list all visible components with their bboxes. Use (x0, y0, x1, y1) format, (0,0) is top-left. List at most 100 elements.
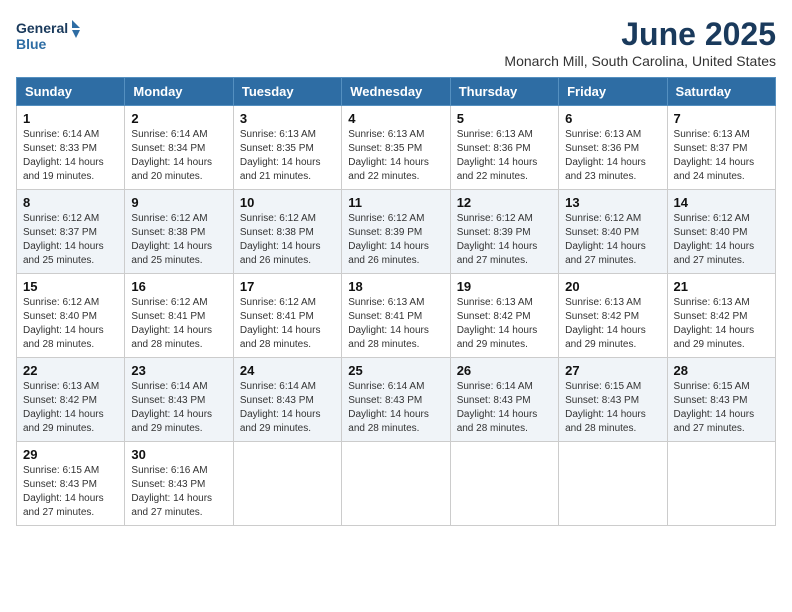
day-number: 29 (23, 447, 118, 462)
page-header: General Blue June 2025 Monarch Mill, Sou… (16, 16, 776, 69)
day-number: 16 (131, 279, 226, 294)
calendar-cell (233, 442, 341, 526)
day-number: 13 (565, 195, 660, 210)
logo: General Blue (16, 16, 86, 56)
header-sunday: Sunday (17, 78, 125, 106)
day-number: 8 (23, 195, 118, 210)
day-number: 11 (348, 195, 443, 210)
calendar-cell: 10 Sunrise: 6:12 AMSunset: 8:38 PMDaylig… (233, 190, 341, 274)
day-number: 2 (131, 111, 226, 126)
day-info: Sunrise: 6:13 AMSunset: 8:35 PMDaylight:… (240, 129, 321, 182)
day-number: 10 (240, 195, 335, 210)
calendar-cell: 5 Sunrise: 6:13 AMSunset: 8:36 PMDayligh… (450, 106, 558, 190)
day-number: 25 (348, 363, 443, 378)
day-number: 23 (131, 363, 226, 378)
day-info: Sunrise: 6:14 AMSunset: 8:43 PMDaylight:… (240, 381, 321, 434)
day-info: Sunrise: 6:14 AMSunset: 8:43 PMDaylight:… (457, 381, 538, 434)
day-info: Sunrise: 6:13 AMSunset: 8:42 PMDaylight:… (565, 297, 646, 350)
header-wednesday: Wednesday (342, 78, 450, 106)
day-info: Sunrise: 6:16 AMSunset: 8:43 PMDaylight:… (131, 465, 212, 518)
calendar-cell: 2 Sunrise: 6:14 AMSunset: 8:34 PMDayligh… (125, 106, 233, 190)
calendar-cell: 28 Sunrise: 6:15 AMSunset: 8:43 PMDaylig… (667, 358, 775, 442)
day-info: Sunrise: 6:13 AMSunset: 8:36 PMDaylight:… (457, 129, 538, 182)
day-number: 26 (457, 363, 552, 378)
day-info: Sunrise: 6:13 AMSunset: 8:35 PMDaylight:… (348, 129, 429, 182)
day-info: Sunrise: 6:12 AMSunset: 8:39 PMDaylight:… (457, 213, 538, 266)
day-info: Sunrise: 6:12 AMSunset: 8:41 PMDaylight:… (131, 297, 212, 350)
day-info: Sunrise: 6:14 AMSunset: 8:34 PMDaylight:… (131, 129, 212, 182)
day-number: 7 (674, 111, 769, 126)
calendar-cell (559, 442, 667, 526)
calendar-cell: 20 Sunrise: 6:13 AMSunset: 8:42 PMDaylig… (559, 274, 667, 358)
svg-text:Blue: Blue (16, 36, 47, 52)
calendar-cell: 13 Sunrise: 6:12 AMSunset: 8:40 PMDaylig… (559, 190, 667, 274)
calendar-table: Sunday Monday Tuesday Wednesday Thursday… (16, 77, 776, 526)
day-info: Sunrise: 6:12 AMSunset: 8:39 PMDaylight:… (348, 213, 429, 266)
calendar-cell: 14 Sunrise: 6:12 AMSunset: 8:40 PMDaylig… (667, 190, 775, 274)
calendar-cell (667, 442, 775, 526)
calendar-cell: 25 Sunrise: 6:14 AMSunset: 8:43 PMDaylig… (342, 358, 450, 442)
day-number: 3 (240, 111, 335, 126)
day-info: Sunrise: 6:12 AMSunset: 8:40 PMDaylight:… (23, 297, 104, 350)
calendar-cell (450, 442, 558, 526)
calendar-cell: 24 Sunrise: 6:14 AMSunset: 8:43 PMDaylig… (233, 358, 341, 442)
calendar-cell: 11 Sunrise: 6:12 AMSunset: 8:39 PMDaylig… (342, 190, 450, 274)
header-saturday: Saturday (667, 78, 775, 106)
calendar-cell: 23 Sunrise: 6:14 AMSunset: 8:43 PMDaylig… (125, 358, 233, 442)
calendar-week-4: 22 Sunrise: 6:13 AMSunset: 8:42 PMDaylig… (17, 358, 776, 442)
calendar-cell: 17 Sunrise: 6:12 AMSunset: 8:41 PMDaylig… (233, 274, 341, 358)
location-subtitle: Monarch Mill, South Carolina, United Sta… (504, 53, 776, 69)
day-number: 4 (348, 111, 443, 126)
day-info: Sunrise: 6:12 AMSunset: 8:37 PMDaylight:… (23, 213, 104, 266)
day-number: 20 (565, 279, 660, 294)
day-number: 5 (457, 111, 552, 126)
day-info: Sunrise: 6:14 AMSunset: 8:33 PMDaylight:… (23, 129, 104, 182)
day-info: Sunrise: 6:15 AMSunset: 8:43 PMDaylight:… (23, 465, 104, 518)
day-number: 6 (565, 111, 660, 126)
calendar-cell: 1 Sunrise: 6:14 AMSunset: 8:33 PMDayligh… (17, 106, 125, 190)
day-info: Sunrise: 6:12 AMSunset: 8:40 PMDaylight:… (674, 213, 755, 266)
day-info: Sunrise: 6:13 AMSunset: 8:42 PMDaylight:… (23, 381, 104, 434)
calendar-cell: 19 Sunrise: 6:13 AMSunset: 8:42 PMDaylig… (450, 274, 558, 358)
day-number: 22 (23, 363, 118, 378)
calendar-header-row: Sunday Monday Tuesday Wednesday Thursday… (17, 78, 776, 106)
day-number: 19 (457, 279, 552, 294)
day-number: 14 (674, 195, 769, 210)
calendar-cell: 12 Sunrise: 6:12 AMSunset: 8:39 PMDaylig… (450, 190, 558, 274)
day-number: 12 (457, 195, 552, 210)
calendar-cell: 9 Sunrise: 6:12 AMSunset: 8:38 PMDayligh… (125, 190, 233, 274)
day-number: 27 (565, 363, 660, 378)
day-info: Sunrise: 6:15 AMSunset: 8:43 PMDaylight:… (674, 381, 755, 434)
calendar-cell: 22 Sunrise: 6:13 AMSunset: 8:42 PMDaylig… (17, 358, 125, 442)
calendar-cell: 21 Sunrise: 6:13 AMSunset: 8:42 PMDaylig… (667, 274, 775, 358)
day-number: 30 (131, 447, 226, 462)
day-number: 21 (674, 279, 769, 294)
calendar-cell: 18 Sunrise: 6:13 AMSunset: 8:41 PMDaylig… (342, 274, 450, 358)
day-number: 15 (23, 279, 118, 294)
day-info: Sunrise: 6:15 AMSunset: 8:43 PMDaylight:… (565, 381, 646, 434)
calendar-week-2: 8 Sunrise: 6:12 AMSunset: 8:37 PMDayligh… (17, 190, 776, 274)
calendar-cell: 3 Sunrise: 6:13 AMSunset: 8:35 PMDayligh… (233, 106, 341, 190)
header-thursday: Thursday (450, 78, 558, 106)
calendar-cell: 15 Sunrise: 6:12 AMSunset: 8:40 PMDaylig… (17, 274, 125, 358)
day-number: 17 (240, 279, 335, 294)
title-block: June 2025 Monarch Mill, South Carolina, … (504, 16, 776, 69)
calendar-cell: 26 Sunrise: 6:14 AMSunset: 8:43 PMDaylig… (450, 358, 558, 442)
calendar-cell: 4 Sunrise: 6:13 AMSunset: 8:35 PMDayligh… (342, 106, 450, 190)
day-info: Sunrise: 6:14 AMSunset: 8:43 PMDaylight:… (348, 381, 429, 434)
calendar-cell: 16 Sunrise: 6:12 AMSunset: 8:41 PMDaylig… (125, 274, 233, 358)
day-info: Sunrise: 6:12 AMSunset: 8:38 PMDaylight:… (131, 213, 212, 266)
header-monday: Monday (125, 78, 233, 106)
calendar-week-3: 15 Sunrise: 6:12 AMSunset: 8:40 PMDaylig… (17, 274, 776, 358)
day-info: Sunrise: 6:13 AMSunset: 8:42 PMDaylight:… (457, 297, 538, 350)
calendar-cell (342, 442, 450, 526)
calendar-week-1: 1 Sunrise: 6:14 AMSunset: 8:33 PMDayligh… (17, 106, 776, 190)
calendar-cell: 27 Sunrise: 6:15 AMSunset: 8:43 PMDaylig… (559, 358, 667, 442)
calendar-cell: 8 Sunrise: 6:12 AMSunset: 8:37 PMDayligh… (17, 190, 125, 274)
logo-svg: General Blue (16, 16, 86, 56)
svg-text:General: General (16, 20, 68, 36)
day-info: Sunrise: 6:12 AMSunset: 8:40 PMDaylight:… (565, 213, 646, 266)
day-info: Sunrise: 6:13 AMSunset: 8:41 PMDaylight:… (348, 297, 429, 350)
calendar-cell: 30 Sunrise: 6:16 AMSunset: 8:43 PMDaylig… (125, 442, 233, 526)
day-number: 1 (23, 111, 118, 126)
